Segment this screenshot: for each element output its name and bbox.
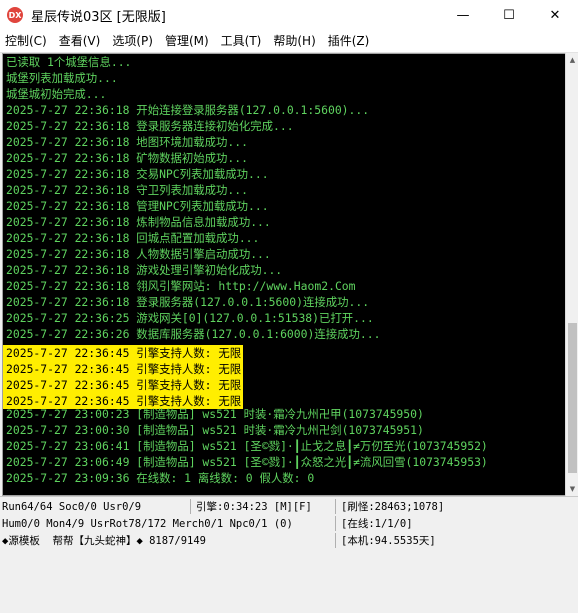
log-line: 城堡城初始完成... — [3, 86, 565, 102]
log-console[interactable]: 已读取 1个城堡信息... 城堡列表加载成功... 城堡城初始完成... 2025-7… — [2, 53, 566, 496]
status-run-counts: Run64/64 Soc0/0 Usr0/9 — [2, 501, 142, 513]
close-button[interactable]: ✕ — [532, 0, 578, 30]
log-line: 2025-7-27 22:36:25 游戏网关[0](127.0.0.1:515… — [3, 310, 565, 326]
menu-manage[interactable]: 管理(M) — [159, 30, 215, 52]
log-line: 2025-7-27 22:36:45 引擎支持人数: 无限 — [3, 374, 565, 393]
log-line-text: 2025-7-27 22:36:18 开始连接登录服务器(127.0.0.1:5… — [6, 103, 370, 117]
menu-view[interactable]: 查看(V) — [53, 30, 107, 52]
status-engine-time: 引擎:0:34:23 [M][F] — [196, 501, 312, 513]
log-line-text: 2025-7-27 22:36:18 游戏处理引擎初始化成功... — [6, 263, 283, 277]
menu-help[interactable]: 帮助(H) — [267, 30, 321, 52]
log-line: 2025-7-27 23:00:23 [制造物品] ws521 时装·霜冷九州卍… — [3, 406, 565, 422]
title-bar: DX 星辰传说03区 [无限版] — ☐ ✕ — [0, 0, 578, 30]
log-line: 2025-7-27 22:36:18 管理NPC列表加载成功... — [3, 198, 565, 214]
menu-bar: 控制(C) 查看(V) 选项(P) 管理(M) 工具(T) 帮助(H) 插件(Z… — [0, 30, 578, 53]
log-line-text: 城堡列表加载成功... — [6, 71, 118, 85]
log-line-text: 2025-7-27 22:36:18 翎风引擎网站: http://www.Ha… — [6, 279, 356, 293]
log-line-text: 2025-7-27 22:36:18 炼制物品信息加载成功... — [6, 215, 271, 229]
status-monster-refresh: [刷怪:28463;1078] — [341, 501, 445, 513]
log-line-text: 2025-7-27 22:36:18 守卫列表加载成功... — [6, 183, 248, 197]
log-line: 2025-7-27 22:36:45 引擎支持人数: 无限 — [3, 342, 565, 361]
menu-options[interactable]: 选项(P) — [106, 30, 159, 52]
status-object-counts: Hum0/0 Mon4/9 UsrRot78/172 Merch0/1 Npc0… — [2, 518, 293, 530]
log-line-text: 2025-7-27 22:36:18 矿物数据初始成功... — [6, 151, 248, 165]
log-line-text: 2025-7-27 22:36:18 回城点配置加载成功... — [6, 231, 260, 245]
log-line-text: 2025-7-27 22:36:18 人物数据引擎启动成功... — [6, 247, 271, 261]
log-line-text: 2025-7-27 23:06:49 [制造物品] ws521 [圣©戮]·┃众… — [6, 455, 488, 469]
log-line: 2025-7-27 22:36:18 人物数据引擎启动成功... — [3, 246, 565, 262]
log-line: 2025-7-27 22:36:18 游戏处理引擎初始化成功... — [3, 262, 565, 278]
log-line: 2025-7-27 22:36:45 引擎支持人数: 无限 — [3, 358, 565, 377]
log-line-text: 2025-7-27 23:06:41 [制造物品] ws521 [圣©戮]·┃止… — [6, 439, 488, 453]
log-line: 2025-7-27 22:36:18 开始连接登录服务器(127.0.0.1:5… — [3, 102, 565, 118]
log-line: 2025-7-27 22:36:45 引擎支持人数: 无限 — [3, 390, 565, 409]
log-line: 2025-7-27 22:36:18 翎风引擎网站: http://www.Ha… — [3, 278, 565, 294]
log-line-text: 2025-7-27 22:36:18 登录服务器连接初始化完成... — [6, 119, 294, 133]
log-line-text: 2025-7-27 22:36:18 登录服务器(127.0.0.1:5600)… — [6, 295, 370, 309]
status-row-2: Hum0/0 Mon4/9 UsrRot78/172 Merch0/1 Npc0… — [0, 516, 578, 532]
maximize-button[interactable]: ☐ — [486, 0, 532, 30]
minimize-button[interactable]: — — [440, 0, 486, 30]
menu-tools[interactable]: 工具(T) — [215, 30, 268, 52]
log-line-text: 2025-7-27 23:00:30 [制造物品] ws521 时装·霜冷九州卍… — [6, 423, 424, 437]
log-line: 已读取 1个城堡信息... — [3, 54, 565, 70]
status-row-3: ◆源模板 帮帮【九头蛇神】◆ 8187/9149 [本机:94.5535天] — [0, 533, 578, 549]
menu-plugins[interactable]: 插件(Z) — [322, 30, 376, 52]
status-panel: Run64/64 Soc0/0 Usr0/9 引擎:0:34:23 [M][F]… — [0, 496, 578, 548]
log-line: 2025-7-27 23:06:49 [制造物品] ws521 [圣©戮]·┃众… — [3, 454, 565, 470]
log-line: 2025-7-27 22:36:18 炼制物品信息加载成功... — [3, 214, 565, 230]
app-logo-icon[interactable]: DX — [7, 7, 23, 23]
status-online: [在线:1/1/0] — [341, 518, 413, 530]
log-line-text: 2025-7-27 22:36:18 交易NPC列表加载成功... — [6, 167, 269, 181]
menu-control[interactable]: 控制(C) — [0, 30, 53, 52]
log-line-text: 已读取 1个城堡信息... — [6, 55, 132, 69]
log-line: 2025-7-27 23:00:30 [制造物品] ws521 时装·霜冷九州卍… — [3, 422, 565, 438]
scroll-down-arrow-icon[interactable]: ▼ — [566, 482, 578, 496]
log-line: 2025-7-27 22:36:18 登录服务器连接初始化完成... — [3, 118, 565, 134]
log-line-text: 城堡城初始完成... — [6, 87, 107, 101]
log-line-text: 2025-7-27 22:36:18 地图环境加载成功... — [6, 135, 248, 149]
scroll-up-arrow-icon[interactable]: ▲ — [566, 53, 578, 67]
status-license: [本机:94.5535天] — [341, 535, 436, 547]
log-line: 2025-7-27 22:36:18 地图环境加载成功... — [3, 134, 565, 150]
log-line: 2025-7-27 23:09:36 在线数: 1 离线数: 0 假人数: 0 — [3, 470, 565, 486]
status-row-1: Run64/64 Soc0/0 Usr0/9 引擎:0:34:23 [M][F]… — [0, 499, 578, 515]
window-controls: — ☐ ✕ — [440, 0, 578, 30]
log-line: 2025-7-27 22:36:26 数据库服务器(127.0.0.1:6000… — [3, 326, 565, 342]
scroll-thumb[interactable] — [568, 323, 577, 473]
console-scrollbar[interactable]: ▲ ▼ — [565, 53, 578, 496]
log-line-text: 2025-7-27 22:36:18 管理NPC列表加载成功... — [6, 199, 269, 213]
log-line: 2025-7-27 23:06:41 [制造物品] ws521 [圣©戮]·┃止… — [3, 438, 565, 454]
log-line-text: 2025-7-27 22:36:26 数据库服务器(127.0.0.1:6000… — [6, 327, 381, 341]
window-title: 星辰传说03区 [无限版] — [31, 9, 166, 25]
log-line-text: 2025-7-27 23:09:36 在线数: 1 离线数: 0 假人数: 0 — [6, 471, 315, 485]
log-line: 2025-7-27 22:36:18 回城点配置加载成功... — [3, 230, 565, 246]
log-line: 2025-7-27 22:36:18 守卫列表加载成功... — [3, 182, 565, 198]
log-line-text: 2025-7-27 22:36:25 游戏网关[0](127.0.0.1:515… — [6, 311, 374, 325]
log-line-text: 2025-7-27 23:00:23 [制造物品] ws521 时装·霜冷九州卍… — [6, 407, 424, 421]
log-line: 2025-7-27 22:36:18 登录服务器(127.0.0.1:5600)… — [3, 294, 565, 310]
log-line: 城堡列表加载成功... — [3, 70, 565, 86]
log-line: 2025-7-27 22:36:18 矿物数据初始成功... — [3, 150, 565, 166]
log-line: 2025-7-27 22:36:18 交易NPC列表加载成功... — [3, 166, 565, 182]
status-template-info: ◆源模板 帮帮【九头蛇神】◆ 8187/9149 — [2, 535, 207, 547]
